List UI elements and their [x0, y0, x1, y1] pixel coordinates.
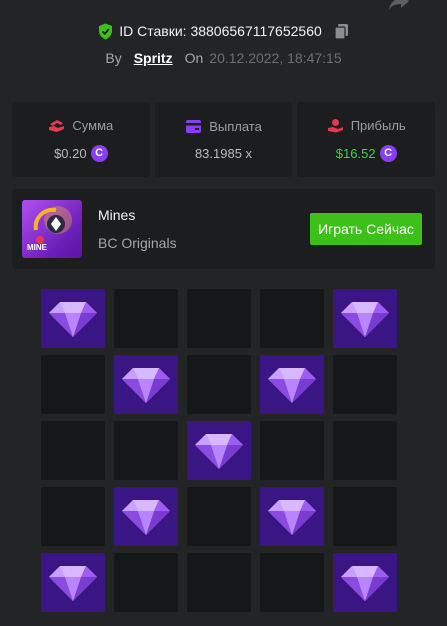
stat-amount-value: $0.20: [54, 145, 87, 161]
share-icon[interactable]: [387, 0, 411, 12]
bet-byline: By Spritz On 20.12.2022, 18:47:15: [0, 48, 447, 68]
mines-grid: [41, 289, 399, 612]
empty-tile: [114, 289, 178, 348]
coin-icon: C: [90, 144, 108, 162]
bet-id: ID Ставки: 38806567117652560: [98, 23, 349, 40]
empty-tile: [187, 553, 251, 612]
payout-card-icon: [186, 119, 202, 133]
bet-timestamp: 20.12.2022, 18:47:15: [209, 50, 342, 66]
bet-amount-icon: [49, 119, 65, 132]
empty-tile: [187, 487, 251, 546]
coin-icon: C: [379, 144, 397, 162]
empty-tile: [114, 421, 178, 480]
gem-icon: [122, 499, 170, 535]
gem-tile: [260, 487, 324, 546]
bet-header: ID Ставки: 38806567117652560: [0, 20, 447, 42]
empty-tile: [41, 487, 105, 546]
gem-tile: [187, 421, 251, 480]
gem-tile: [333, 553, 397, 612]
gem-icon: [268, 367, 316, 403]
profit-icon: [327, 118, 343, 132]
stat-payout-value: 83.1985 x: [194, 145, 253, 161]
verified-shield-icon: [99, 23, 113, 39]
gem-tile: [333, 289, 397, 348]
bet-id-text: ID Ставки: 38806567117652560: [119, 23, 322, 39]
empty-tile: [41, 355, 105, 414]
stat-profit-value: $16.52: [335, 145, 376, 161]
gem-icon: [195, 433, 243, 469]
on-label: On: [184, 50, 204, 66]
gem-icon: [122, 367, 170, 403]
stat-amount-label: Сумма: [72, 117, 114, 133]
game-title[interactable]: Mines: [98, 207, 135, 223]
gem-icon: [341, 565, 389, 601]
empty-tile: [333, 487, 397, 546]
empty-tile: [260, 553, 324, 612]
empty-tile: [260, 421, 324, 480]
game-thumbnail[interactable]: MINE: [22, 200, 82, 258]
empty-tile: [187, 355, 251, 414]
gem-icon: [341, 301, 389, 337]
gem-tile: [260, 355, 324, 414]
by-label: By: [105, 50, 122, 66]
gem-tile: [114, 487, 178, 546]
empty-tile: [187, 289, 251, 348]
stat-payout: Выплата 83.1985 x: [154, 102, 293, 177]
gem-tile: [114, 355, 178, 414]
gem-tile: [41, 289, 105, 348]
stat-amount: Сумма $0.20 C: [12, 102, 150, 177]
username-link[interactable]: Spritz: [134, 50, 173, 66]
game-card: MINE Mines BC Originals Играть Сейчас: [12, 189, 435, 269]
gem-icon: [49, 565, 97, 601]
empty-tile: [114, 553, 178, 612]
copy-icon[interactable]: [334, 23, 349, 40]
stat-profit-label: Прибыль: [350, 117, 406, 133]
empty-tile: [260, 289, 324, 348]
empty-tile: [333, 355, 397, 414]
bet-stats: Сумма $0.20 C Выплата 83.1985 x Прибыль: [12, 102, 436, 177]
game-thumb-tag: MINE: [27, 243, 47, 252]
stat-profit: Прибыль $16.52 C: [297, 102, 436, 177]
gem-icon: [268, 499, 316, 535]
gem-icon: [49, 301, 97, 337]
empty-tile: [41, 421, 105, 480]
stat-payout-label: Выплата: [209, 118, 262, 134]
play-now-button[interactable]: Играть Сейчас: [310, 213, 422, 245]
gem-tile: [41, 553, 105, 612]
empty-tile: [333, 421, 397, 480]
game-provider: BC Originals: [98, 235, 177, 251]
